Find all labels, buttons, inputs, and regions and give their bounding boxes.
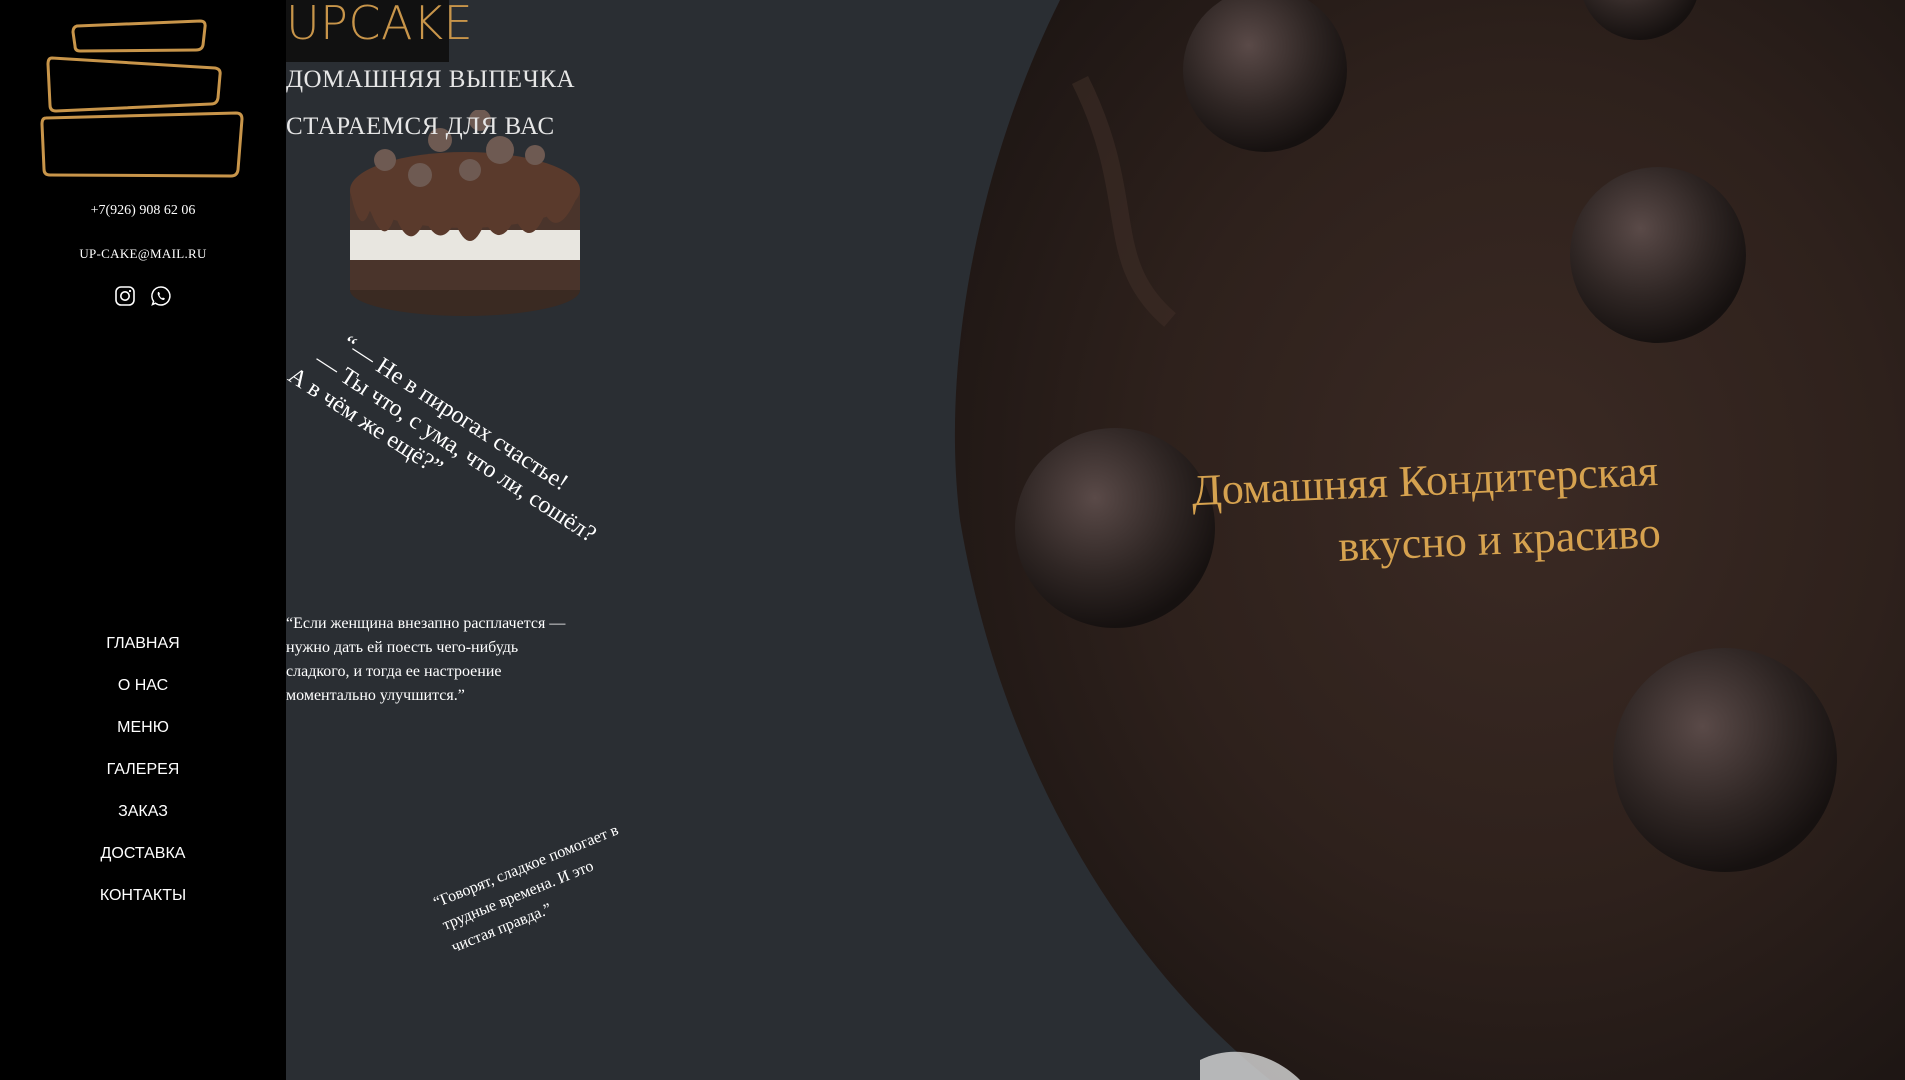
nav-item-menu[interactable]: МЕНЮ xyxy=(0,716,286,758)
logo-icon[interactable] xyxy=(40,18,250,178)
nav-item-order[interactable]: ЗАКАЗ xyxy=(0,800,286,842)
sidebar: +7(926) 908 62 06 UP-CAKE@MAIL.RU ГЛАВНА… xyxy=(0,0,286,1080)
nav-item-delivery[interactable]: ДОСТАВКА xyxy=(0,842,286,884)
hero-title: Домашняя Кондитерская вкусно и красиво xyxy=(1190,440,1662,584)
email-link[interactable]: UP-CAKE@MAIL.RU xyxy=(0,246,286,262)
nav-item-gallery[interactable]: ГАЛЕРЕЯ xyxy=(0,758,286,800)
nav-item-contacts[interactable]: КОНТАКТЫ xyxy=(0,884,286,926)
brand-title[interactable]: UPCAKE xyxy=(286,0,473,50)
instagram-icon[interactable] xyxy=(114,285,136,307)
brand-tagline: СТАРАЕМСЯ ДЛЯ ВАС xyxy=(286,113,555,140)
quote-pies-line2: — Ты что, с ума, что ли, сошёл? xyxy=(310,346,601,548)
quote-pies: “— Не в пирогах счастье! — Ты что, с ума… xyxy=(283,330,616,572)
nav-item-home[interactable]: ГЛАВНАЯ xyxy=(0,632,286,674)
quote-woman: “Если женщина внезапно расплачется — нуж… xyxy=(286,615,566,704)
quote-hard-times: “Говорят, сладкое помогает в трудные вре… xyxy=(430,819,640,960)
phone-number[interactable]: +7(926) 908 62 06 xyxy=(0,203,286,219)
main-nav: ГЛАВНАЯ О НАС МЕНЮ ГАЛЕРЕЯ ЗАКАЗ ДОСТАВК… xyxy=(0,632,286,926)
brand-subtitle: ДОМАШНЯЯ ВЫПЕЧКА xyxy=(286,66,576,93)
social-links xyxy=(0,285,286,307)
cake-thumbnail-image xyxy=(350,110,580,316)
whatsapp-icon[interactable] xyxy=(150,285,172,307)
nav-item-about[interactable]: О НАС xyxy=(0,674,286,716)
